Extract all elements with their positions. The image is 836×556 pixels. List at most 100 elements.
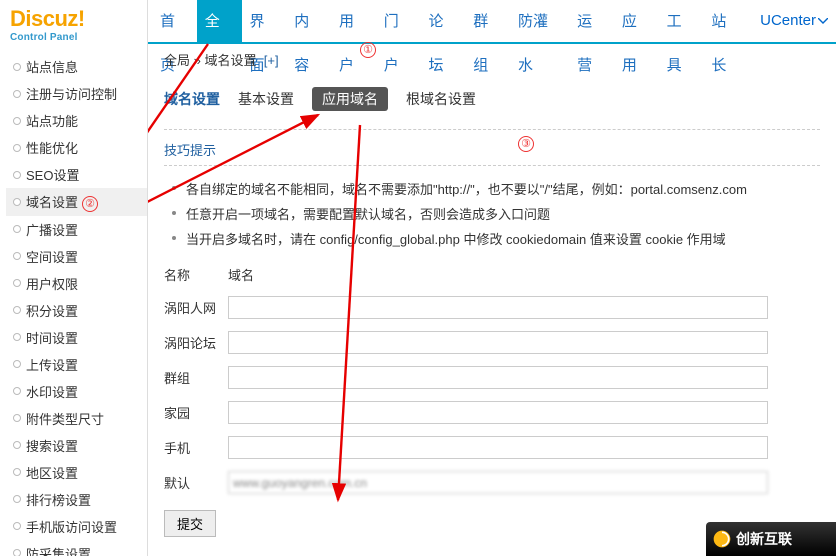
sidebar-item-label: 地区设置 — [26, 466, 78, 481]
nav-item-8[interactable]: 防灌水 — [510, 0, 569, 42]
sidebar-item-label: 广播设置 — [26, 223, 78, 238]
sidebar-item-label: 上传设置 — [26, 358, 78, 373]
sidebar-list: 站点信息注册与访问控制站点功能性能优化 SEO设置域名设置 ② 广播设置空间设置用户权… — [6, 53, 147, 556]
sidebar-item-10[interactable]: 时间设置 — [6, 324, 147, 351]
form-row-1: 涡阳论坛 — [164, 325, 820, 360]
domain-input-5[interactable] — [228, 471, 768, 494]
annotation-badge-2: ② — [82, 196, 98, 212]
sidebar-item-label: 注册与访问控制 — [26, 87, 117, 102]
breadcrumb-2[interactable]: 域名设置 — [204, 53, 256, 68]
content: 域名设置 基本设置应用域名根域名设置 技巧提示 各自绑定的域名不能相同，域名不需… — [148, 75, 836, 537]
sidebar-item-label: 用户权限 — [26, 277, 78, 292]
annotation-badge-1: ① — [360, 42, 376, 58]
sidebar-item-label: 时间设置 — [26, 331, 78, 346]
col-header-name: 名称 — [164, 265, 228, 284]
sidebar-item-label: 手机版访问设置 — [26, 520, 117, 535]
sidebar-item-13[interactable]: 附件类型尺寸 — [6, 405, 147, 432]
form-row-5: 默认 — [164, 465, 820, 500]
form-row-label: 群组 — [164, 368, 228, 387]
section-tabs: 域名设置 基本设置应用域名根域名设置 — [164, 87, 820, 111]
logo-text: Discuz — [10, 6, 78, 31]
section-title: 域名设置 — [164, 89, 220, 109]
sidebar-item-15[interactable]: 地区设置 — [6, 459, 147, 486]
sidebar-item-9[interactable]: 积分设置 — [6, 297, 147, 324]
sidebar-item-label: 空间设置 — [26, 250, 78, 265]
form-row-4: 手机 — [164, 430, 820, 465]
sidebar-item-label: 域名设置 — [26, 195, 78, 210]
sidebar-item-17[interactable]: 手机版访问设置 — [6, 513, 147, 540]
sidebar-item-label: 积分设置 — [26, 304, 78, 319]
logo-bang: ! — [78, 6, 85, 31]
submit-button[interactable]: 提交 — [164, 510, 216, 537]
domain-input-0[interactable] — [228, 296, 768, 319]
nav-item-2[interactable]: 界面 — [242, 0, 287, 42]
sidebar-item-7[interactable]: 空间设置 — [6, 243, 147, 270]
sidebar-item-16[interactable]: 排行榜设置 — [6, 486, 147, 513]
breadcrumb-1[interactable]: 全局 — [164, 53, 190, 68]
sidebar-item-2[interactable]: 站点功能 — [6, 107, 147, 134]
top-nav: 首页全局界面内容用户门户论坛群组防灌水运营应用工具站长UCenter — [148, 0, 836, 44]
domain-input-2[interactable] — [228, 366, 768, 389]
sidebar-item-label: 排行榜设置 — [26, 493, 91, 508]
breadcrumb-expand[interactable]: [+] — [264, 53, 279, 68]
nav-item-ucenter[interactable]: UCenter — [752, 0, 836, 42]
sidebar-item-label: 性能优化 — [26, 141, 78, 156]
sidebar-item-label: 站点功能 — [26, 114, 78, 129]
sidebar-item-label: 水印设置 — [26, 385, 78, 400]
footer-brand-text: 创新互联 — [736, 529, 792, 549]
nav-item-11[interactable]: 工具 — [659, 0, 704, 42]
nav-item-0[interactable]: 首页 — [152, 0, 197, 42]
brand-icon — [712, 529, 732, 549]
sidebar-item-12[interactable]: 水印设置 — [6, 378, 147, 405]
form-row-label: 默认 — [164, 473, 228, 492]
sidebar-item-label: 防采集设置 — [26, 547, 91, 556]
tip-list: 各自绑定的域名不能相同，域名不需要添加"http://"，也不要以"/"结尾，例… — [164, 176, 820, 251]
nav-item-5[interactable]: 门户 — [376, 0, 421, 42]
nav-item-7[interactable]: 群组 — [465, 0, 510, 42]
tip-item-0: 各自绑定的域名不能相同，域名不需要添加"http://"，也不要以"/"结尾，例… — [164, 176, 820, 201]
annotation-badge-3: ③ — [518, 136, 534, 152]
nav-item-9[interactable]: 运营 — [569, 0, 614, 42]
nav-item-6[interactable]: 论坛 — [421, 0, 466, 42]
section-tab-1[interactable]: 应用域名 — [312, 87, 388, 111]
form-row-0: 涡阳人网 — [164, 290, 820, 325]
sidebar-item-1[interactable]: 注册与访问控制 — [6, 80, 147, 107]
sidebar-item-6[interactable]: 广播设置 — [6, 216, 147, 243]
section-tab-0[interactable]: 基本设置 — [238, 89, 294, 109]
logo-subtitle: Control Panel — [10, 32, 147, 43]
sidebar-item-label: SEO设置 — [26, 168, 79, 183]
nav-item-12[interactable]: 站长 — [703, 0, 748, 42]
domain-form: 名称 域名 涡阳人网涡阳论坛群组家园手机默认 提交 — [164, 265, 820, 537]
form-row-label: 涡阳人网 — [164, 298, 228, 317]
sidebar-item-label: 站点信息 — [26, 60, 78, 75]
breadcrumb: 全局 » 域名设置 [+] — [148, 44, 836, 75]
sidebar-item-label: 附件类型尺寸 — [26, 412, 104, 427]
tips-box: 技巧提示 各自绑定的域名不能相同，域名不需要添加"http://"，也不要以"/… — [164, 129, 820, 251]
sidebar-item-11[interactable]: 上传设置 — [6, 351, 147, 378]
nav-item-1[interactable]: 全局 — [197, 0, 242, 42]
domain-input-3[interactable] — [228, 401, 768, 424]
main: 首页全局界面内容用户门户论坛群组防灌水运营应用工具站长UCenter ① ③ 全… — [148, 0, 836, 556]
form-row-3: 家园 — [164, 395, 820, 430]
sidebar-item-18[interactable]: 防采集设置 — [6, 540, 147, 556]
domain-input-1[interactable] — [228, 331, 768, 354]
sidebar-item-0[interactable]: 站点信息 — [6, 53, 147, 80]
col-header-domain: 域名 — [228, 265, 820, 284]
nav-item-3[interactable]: 内容 — [286, 0, 331, 42]
sidebar-item-14[interactable]: 搜索设置 — [6, 432, 147, 459]
sidebar-item-label: 搜索设置 — [26, 439, 78, 454]
sidebar-item-4[interactable]: SEO设置 — [6, 161, 147, 188]
sidebar-item-8[interactable]: 用户权限 — [6, 270, 147, 297]
section-tab-2[interactable]: 根域名设置 — [406, 89, 476, 109]
sidebar-item-3[interactable]: 性能优化 — [6, 134, 147, 161]
domain-input-4[interactable] — [228, 436, 768, 459]
nav-item-4[interactable]: 用户 — [331, 0, 376, 42]
tips-title: 技巧提示 — [164, 140, 820, 166]
chevron-down-icon — [818, 18, 828, 24]
nav-item-10[interactable]: 应用 — [614, 0, 659, 42]
sidebar-item-5[interactable]: 域名设置 ② — [6, 188, 147, 216]
form-row-2: 群组 — [164, 360, 820, 395]
tip-item-2: 当开启多域名时，请在 config/config_global.php 中修改 … — [164, 226, 820, 251]
logo: Discuz! Control Panel — [6, 0, 147, 47]
sidebar: Discuz! Control Panel 站点信息注册与访问控制站点功能性能优… — [0, 0, 148, 556]
